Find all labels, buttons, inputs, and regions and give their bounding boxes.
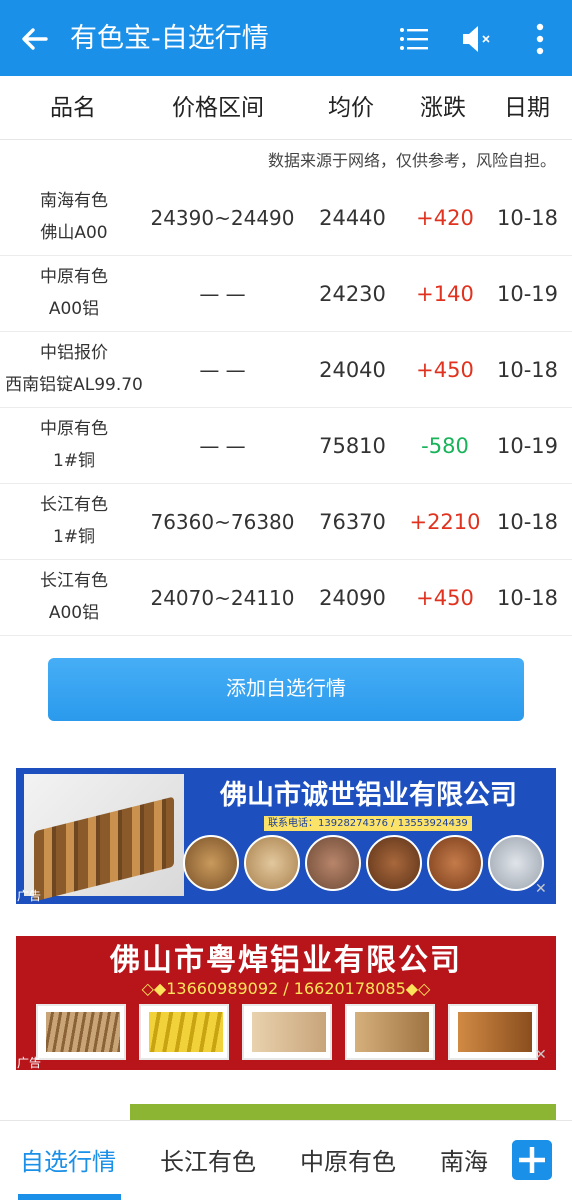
average-price: 24040 [319, 358, 386, 382]
ad-banner-chengshi[interactable]: 佛山市诚世铝业有限公司 联系电话：13928274376 / 135539244… [16, 768, 556, 904]
ad-product-photo [24, 774, 184, 902]
price-change: +140 [416, 282, 474, 306]
tab-zhongyuan[interactable]: 中原有色 [300, 1145, 396, 1179]
header-name: 品名 [50, 95, 96, 121]
price-range: — — [199, 434, 246, 458]
table-row[interactable]: 南海有色 佛山A00 24390~24490 24440 +420 10-18 [0, 180, 572, 256]
close-icon[interactable]: ✕ [535, 1048, 547, 1062]
add-tab-plus-icon[interactable] [512, 1140, 552, 1180]
header-date: 日期 [504, 95, 550, 121]
product-name: 长江有色 1#铜 [40, 495, 108, 547]
header-price-range: 价格区间 [172, 95, 264, 121]
tab-changjiang[interactable]: 长江有色 [160, 1145, 256, 1179]
ad-product-tiles [36, 1004, 546, 1062]
ad-phones: ◇◆13660989092 / 16620178085◆◇ [141, 979, 431, 998]
average-price: 75810 [319, 434, 386, 458]
ad-contact: 联系电话：13928274376 / 13553924439 [264, 816, 472, 831]
average-price: 24230 [319, 282, 386, 306]
quote-date: 10-18 [496, 358, 559, 382]
price-range: — — [199, 358, 246, 382]
tab-watchlist[interactable]: 自选行情 [20, 1145, 116, 1179]
price-change: +450 [416, 358, 474, 382]
price-range: 24070~24110 [150, 586, 295, 610]
product-name: 长江有色 A00铝 [40, 571, 108, 623]
quote-date: 10-18 [496, 206, 559, 230]
page-title: 有色宝-自选行情 [70, 23, 269, 54]
quote-date: 10-19 [496, 282, 559, 306]
product-name: 中原有色 1#铜 [40, 419, 108, 471]
app-bar: 有色宝-自选行情 [0, 0, 572, 76]
disclaimer-notice: 数据来源于网络，仅供参考，风险自担。 [267, 151, 556, 170]
average-price: 24440 [319, 206, 386, 230]
close-icon[interactable]: ✕ [535, 882, 547, 896]
ad-label: 广告 [17, 1056, 42, 1070]
ad-label: 广告 [17, 889, 42, 903]
quote-date: 10-18 [496, 510, 559, 534]
product-name: 中原有色 A00铝 [40, 267, 108, 319]
price-range: 24390~24490 [150, 206, 295, 230]
product-name: 中铝报价 西南铝锭AL99.70 [5, 343, 143, 395]
price-range: — — [199, 282, 246, 306]
price-change: -580 [421, 434, 469, 458]
table-row[interactable]: 长江有色 1#铜 76360~76380 76370 +2210 10-18 [0, 484, 572, 560]
price-range: 76360~76380 [150, 510, 295, 534]
more-vertical-icon[interactable] [528, 20, 552, 58]
quote-date: 10-18 [496, 586, 559, 610]
price-change: +450 [416, 586, 474, 610]
table-header: 品名 价格区间 均价 涨跌 日期 [0, 76, 572, 140]
average-price: 76370 [319, 510, 386, 534]
ad-product-thumbnails [178, 835, 550, 895]
ad-banner-yuezhuo[interactable]: 佛山市粤焯铝业有限公司 ◇◆13660989092 / 16620178085◆… [16, 936, 556, 1070]
active-tab-indicator [18, 1194, 121, 1200]
list-menu-icon[interactable] [398, 24, 430, 54]
ad-company-name: 佛山市诚世铝业有限公司 [220, 780, 517, 811]
average-price: 24090 [319, 586, 386, 610]
price-change: +2210 [409, 510, 481, 534]
ad-company-name: 佛山市粤焯铝业有限公司 [110, 943, 462, 978]
volume-mute-icon[interactable] [460, 22, 494, 56]
table-row[interactable]: 中原有色 1#铜 — — 75810 -580 10-19 [0, 408, 572, 484]
product-name: 南海有色 佛山A00 [40, 191, 108, 243]
header-average: 均价 [328, 95, 374, 121]
tab-nanhai[interactable]: 南海 [440, 1145, 492, 1179]
quote-date: 10-19 [496, 434, 559, 458]
table-row[interactable]: 长江有色 A00铝 24070~24110 24090 +450 10-18 [0, 560, 572, 636]
back-arrow-icon[interactable] [18, 22, 52, 56]
header-change: 涨跌 [420, 95, 466, 121]
table-row[interactable]: 中原有色 A00铝 — — 24230 +140 10-19 [0, 256, 572, 332]
bottom-tab-bar: 自选行情 长江有色 中原有色 南海 [0, 1120, 572, 1200]
add-watchlist-button[interactable]: 添加自选行情 [48, 658, 524, 721]
table-row[interactable]: 中铝报价 西南铝锭AL99.70 — — 24040 +450 10-18 [0, 332, 572, 408]
price-change: +420 [416, 206, 474, 230]
